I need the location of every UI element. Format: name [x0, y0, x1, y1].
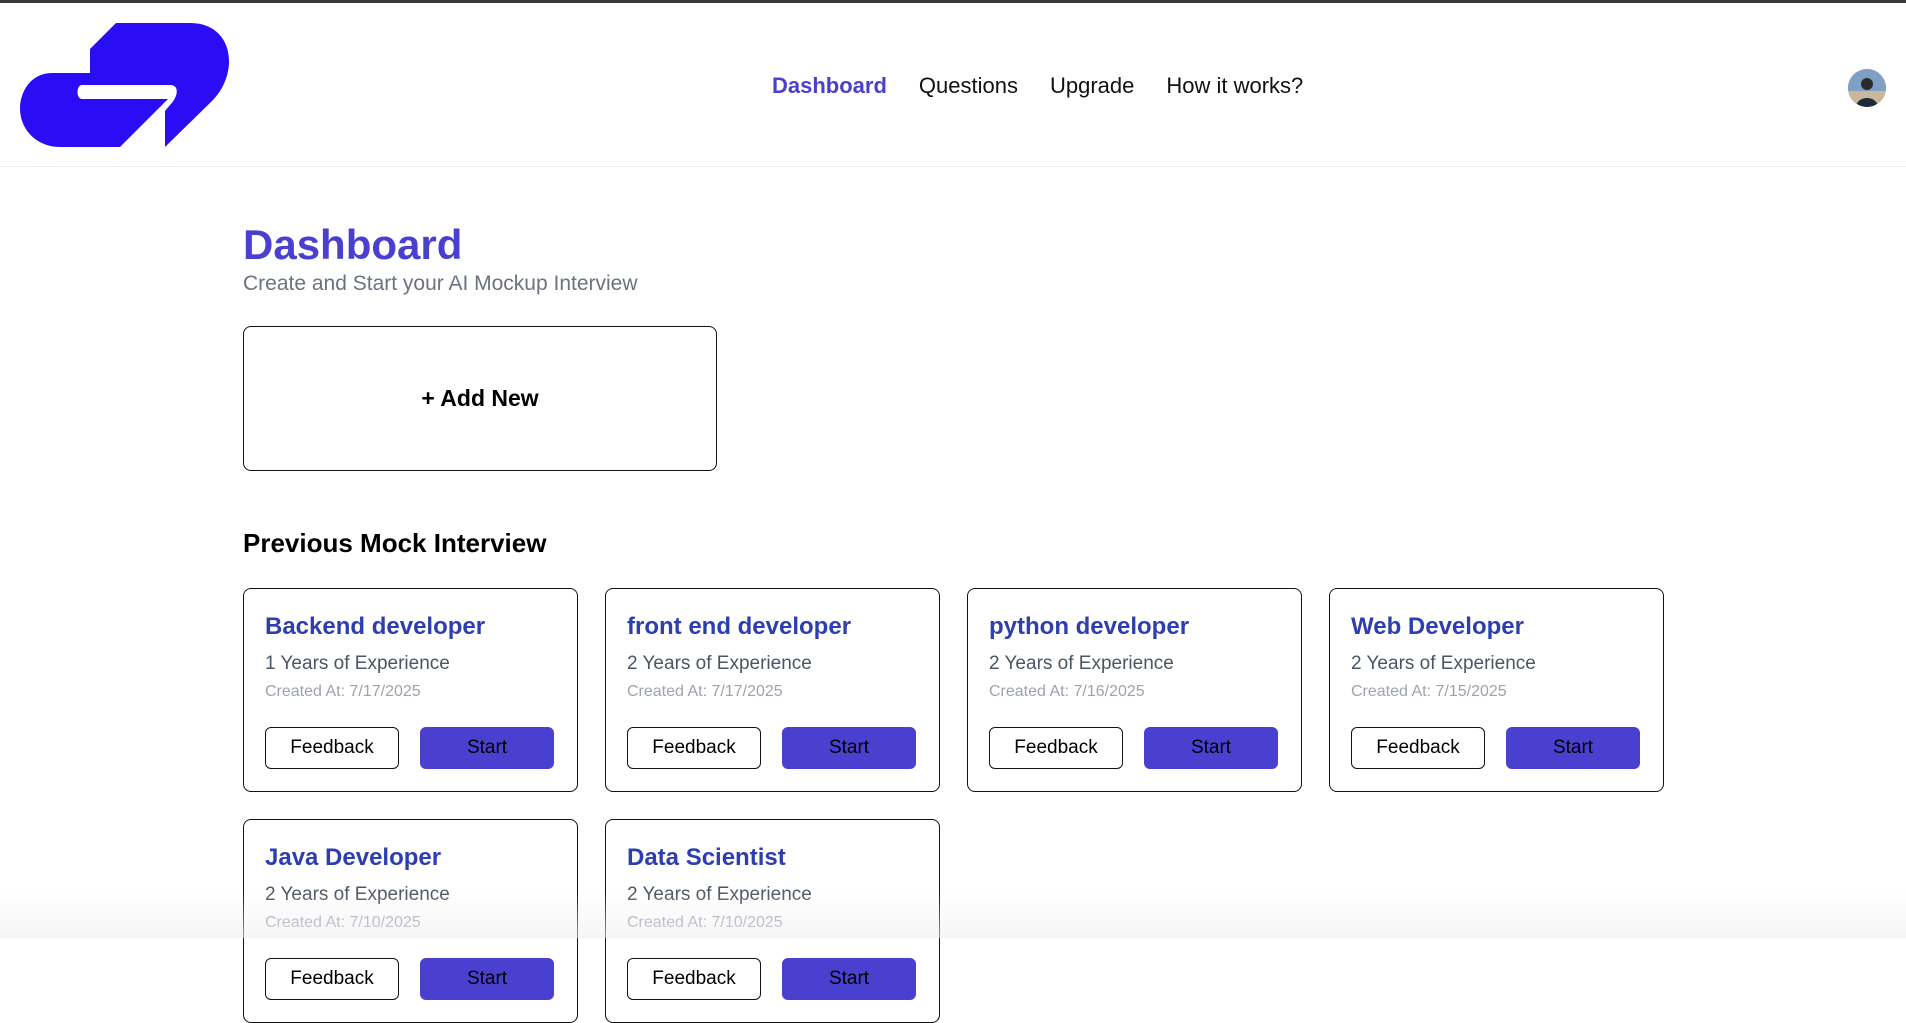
card-actions: Feedback Start: [265, 727, 554, 769]
interview-role: Backend developer: [265, 613, 486, 640]
interview-role: Web Developer: [1351, 613, 1524, 640]
interview-card: Java Developer 2 Years of Experience Cre…: [243, 819, 578, 1023]
interview-experience: 2 Years of Experience: [265, 884, 450, 905]
add-new-label: + Add New: [421, 385, 539, 411]
user-avatar[interactable]: [1848, 69, 1886, 107]
interview-role: Java Developer: [265, 844, 442, 871]
start-button[interactable]: Start: [782, 958, 916, 1000]
interview-card: Web Developer 2 Years of Experience Crea…: [1329, 588, 1664, 792]
interview-card: Backend developer 1 Years of Experience …: [243, 588, 578, 792]
interview-experience: 2 Years of Experience: [989, 653, 1174, 674]
feedback-button[interactable]: Feedback: [265, 958, 399, 1000]
interview-created-date: Created At: 7/10/2025: [627, 914, 783, 931]
page-subtitle: Create and Start your AI Mockup Intervie…: [243, 272, 638, 295]
interview-experience: 2 Years of Experience: [627, 884, 812, 905]
start-button[interactable]: Start: [782, 727, 916, 769]
card-actions: Feedback Start: [1351, 727, 1640, 769]
main-nav: Dashboard Questions Upgrade How it works…: [772, 73, 1303, 99]
card-actions: Feedback Start: [989, 727, 1278, 769]
interview-created-date: Created At: 7/17/2025: [265, 683, 421, 700]
brand-logo[interactable]: [20, 23, 234, 147]
feedback-button[interactable]: Feedback: [1351, 727, 1485, 769]
start-button[interactable]: Start: [1506, 727, 1640, 769]
card-actions: Feedback Start: [627, 958, 916, 1000]
add-new-interview-button[interactable]: + Add New: [243, 326, 717, 471]
feedback-button[interactable]: Feedback: [627, 727, 761, 769]
feedback-button[interactable]: Feedback: [265, 727, 399, 769]
top-navbar: Dashboard Questions Upgrade How it works…: [0, 3, 1906, 167]
nav-dashboard[interactable]: Dashboard: [772, 73, 887, 99]
interview-role: front end developer: [627, 613, 852, 640]
interview-card: python developer 2 Years of Experience C…: [967, 588, 1302, 792]
interview-card: front end developer 2 Years of Experienc…: [605, 588, 940, 792]
card-actions: Feedback Start: [627, 727, 916, 769]
interview-card: Data Scientist 2 Years of Experience Cre…: [605, 819, 940, 1023]
card-actions: Feedback Start: [265, 958, 554, 1000]
page-title: Dashboard: [243, 221, 463, 268]
interview-created-date: Created At: 7/16/2025: [989, 683, 1145, 700]
start-button[interactable]: Start: [420, 727, 554, 769]
interview-role: python developer: [989, 613, 1190, 640]
avatar-icon: [1848, 69, 1886, 107]
interview-experience: 2 Years of Experience: [627, 653, 812, 674]
start-button[interactable]: Start: [420, 958, 554, 1000]
interview-created-date: Created At: 7/15/2025: [1351, 683, 1507, 700]
nav-upgrade[interactable]: Upgrade: [1050, 73, 1134, 99]
previous-interviews-heading: Previous Mock Interview: [243, 528, 547, 558]
nav-questions[interactable]: Questions: [919, 73, 1018, 99]
feedback-button[interactable]: Feedback: [989, 727, 1123, 769]
interview-role: Data Scientist: [627, 844, 786, 871]
interview-created-date: Created At: 7/17/2025: [627, 683, 783, 700]
interview-experience: 2 Years of Experience: [1351, 653, 1536, 674]
interview-created-date: Created At: 7/10/2025: [265, 914, 421, 931]
interview-card-grid: Backend developer 1 Years of Experience …: [243, 588, 1664, 1023]
interview-experience: 1 Years of Experience: [265, 653, 450, 674]
start-button[interactable]: Start: [1144, 727, 1278, 769]
feedback-button[interactable]: Feedback: [627, 958, 761, 1000]
nav-how-it-works[interactable]: How it works?: [1166, 73, 1303, 99]
